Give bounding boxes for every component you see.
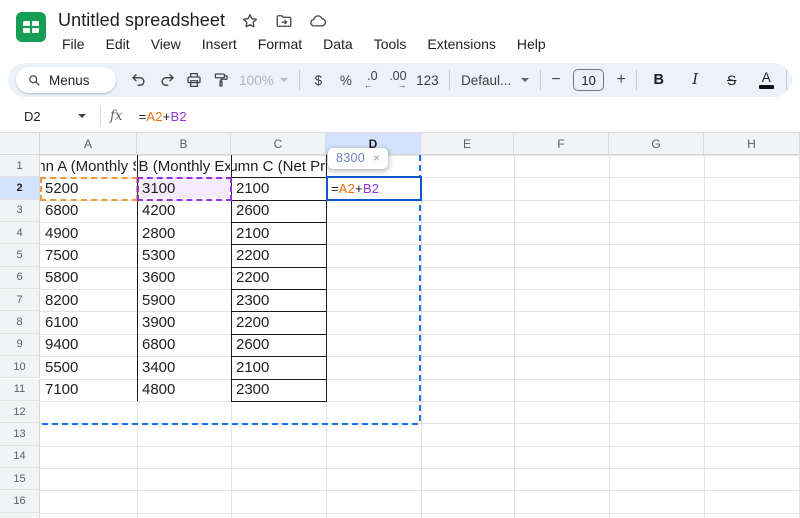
formula-token: A2 — [339, 181, 355, 196]
cell-C6[interactable]: 2200 — [236, 267, 324, 289]
spreadsheet-grid: ABCDEFGH1234567891011121314151617Column … — [0, 0, 800, 518]
row-header-5[interactable]: 5 — [0, 244, 40, 266]
close-icon[interactable]: × — [373, 151, 380, 165]
cell-C1[interactable]: Column C (Net Profit) — [232, 156, 325, 177]
row-header-4[interactable]: 4 — [0, 222, 40, 244]
select-all-corner[interactable] — [0, 133, 40, 155]
cell-C9[interactable]: 2600 — [236, 334, 324, 356]
cell-C10[interactable]: 2100 — [236, 356, 324, 378]
gridline-h — [40, 468, 800, 469]
cell-A4[interactable]: 4900 — [45, 222, 135, 244]
cell-A11[interactable]: 7100 — [45, 379, 135, 401]
cell-B7[interactable]: 5900 — [142, 289, 229, 311]
gridline-h — [40, 513, 800, 514]
cell-C4[interactable]: 2100 — [236, 222, 324, 244]
row-header-12[interactable]: 12 — [0, 401, 40, 423]
cell-B8[interactable]: 3900 — [142, 311, 229, 333]
gridline-v — [609, 155, 610, 518]
table-border-h — [231, 200, 327, 201]
reference-highlight-B2 — [137, 177, 232, 200]
column-header-A[interactable]: A — [40, 133, 137, 155]
cell-B10[interactable]: 3400 — [142, 356, 229, 378]
cell-B5[interactable]: 5300 — [142, 244, 229, 266]
column-header-F[interactable]: F — [514, 133, 609, 155]
cell-C7[interactable]: 2300 — [236, 289, 324, 311]
column-header-B[interactable]: B — [137, 133, 231, 155]
cell-C2[interactable]: 2100 — [236, 177, 324, 199]
column-header-E[interactable]: E — [421, 133, 514, 155]
gridline-v — [421, 155, 422, 518]
cell-C3[interactable]: 2600 — [236, 200, 324, 222]
cell-C11[interactable]: 2300 — [236, 379, 324, 401]
formula-preview-tooltip: 8300 × — [328, 148, 388, 169]
row-header-14[interactable]: 14 — [0, 446, 40, 468]
row-header-1[interactable]: 1 — [0, 155, 40, 177]
table-border-h — [231, 334, 327, 335]
row-header-15[interactable]: 15 — [0, 468, 40, 490]
row-header-3[interactable]: 3 — [0, 200, 40, 222]
cell-A7[interactable]: 8200 — [45, 289, 135, 311]
gridline-h — [40, 490, 800, 491]
table-border-h — [231, 177, 327, 178]
fill-marquee-bottom — [42, 423, 421, 425]
column-header-G[interactable]: G — [609, 133, 704, 155]
cell-A5[interactable]: 7500 — [45, 244, 135, 266]
row-header-13[interactable]: 13 — [0, 423, 40, 445]
google-sheets-app: Untitled spreadsheet FileEditViewInsertF… — [0, 0, 800, 518]
cell-B4[interactable]: 2800 — [142, 222, 229, 244]
table-border-h — [231, 289, 327, 290]
table-border-h — [231, 311, 327, 312]
gridline-v — [514, 155, 515, 518]
cell-A3[interactable]: 6800 — [45, 200, 135, 222]
row-header-2[interactable]: 2 — [0, 177, 40, 199]
formula-token: B2 — [363, 181, 379, 196]
row-header-8[interactable]: 8 — [0, 311, 40, 333]
cell-C8[interactable]: 2200 — [236, 311, 324, 333]
table-border-h — [231, 222, 327, 223]
reference-highlight-A2 — [40, 177, 138, 200]
row-header-17[interactable]: 17 — [0, 513, 40, 518]
table-border-h — [231, 356, 327, 357]
cell-B3[interactable]: 4200 — [142, 200, 229, 222]
row-header-9[interactable]: 9 — [0, 334, 40, 356]
cell-A1[interactable]: Column A (Monthly Sales) — [41, 156, 136, 177]
table-border-h — [231, 267, 327, 268]
formula-preview-value: 8300 — [336, 151, 365, 165]
cell-B6[interactable]: 3600 — [142, 267, 229, 289]
row-header-6[interactable]: 6 — [0, 267, 40, 289]
cell-B1[interactable]: Column B (Monthly Expenses) — [138, 156, 230, 177]
formula-token: + — [355, 181, 363, 196]
cell-A6[interactable]: 5800 — [45, 267, 135, 289]
cell-A10[interactable]: 5500 — [45, 356, 135, 378]
cell-editor-D2[interactable]: =A2+B2 — [326, 176, 422, 200]
cell-C5[interactable]: 2200 — [236, 244, 324, 266]
row-header-7[interactable]: 7 — [0, 289, 40, 311]
column-header-H[interactable]: H — [704, 133, 800, 155]
column-header-C[interactable]: C — [231, 133, 326, 155]
gridline-h — [40, 446, 800, 447]
cell-A8[interactable]: 6100 — [45, 311, 135, 333]
cell-A9[interactable]: 9400 — [45, 334, 135, 356]
row-header-10[interactable]: 10 — [0, 356, 40, 378]
row-header-16[interactable]: 16 — [0, 490, 40, 512]
cell-B9[interactable]: 6800 — [142, 334, 229, 356]
formula-token: = — [331, 181, 339, 196]
table-border-h — [231, 379, 327, 380]
table-border-h — [231, 401, 327, 402]
cell-B11[interactable]: 4800 — [142, 379, 229, 401]
gridline-v — [704, 155, 705, 518]
row-header-11[interactable]: 11 — [0, 379, 40, 401]
table-border-h — [231, 244, 327, 245]
